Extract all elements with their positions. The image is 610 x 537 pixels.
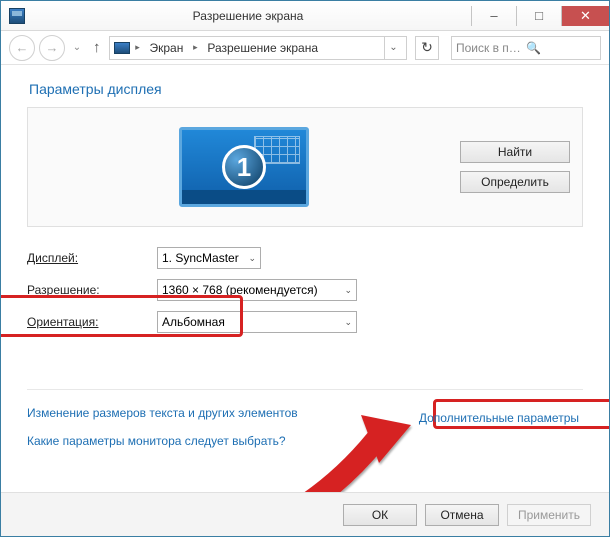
breadcrumb-chevron-icon: ▸ bbox=[132, 42, 144, 53]
maximize-button[interactable]: □ bbox=[516, 6, 561, 26]
apply-button: Применить bbox=[507, 504, 591, 526]
refresh-button[interactable]: ↻ bbox=[415, 36, 439, 60]
search-input[interactable]: Поиск в панели у... 🔍 bbox=[451, 36, 601, 60]
resolution-label: Разрешение: bbox=[27, 283, 157, 297]
breadcrumb-root[interactable]: Экран bbox=[146, 41, 188, 55]
chevron-down-icon: ⌄ bbox=[73, 42, 81, 53]
preview-side-buttons: Найти Определить bbox=[460, 141, 570, 193]
search-icon: 🔍 bbox=[526, 41, 596, 55]
display-label: Дисплей: bbox=[27, 251, 157, 265]
ok-button[interactable]: ОК bbox=[343, 504, 417, 526]
monitor-icon bbox=[114, 42, 130, 54]
titlebar: Разрешение экрана – □ ✕ bbox=[1, 1, 609, 31]
monitor-number-badge: 1 bbox=[222, 145, 266, 189]
window: Разрешение экрана – □ ✕ ← → ⌄ ↑ ▸ Экран … bbox=[0, 0, 610, 537]
identify-button[interactable]: Определить bbox=[460, 171, 570, 193]
orientation-label: Ориентация: bbox=[27, 315, 157, 329]
orientation-select[interactable]: Альбомная⌄ bbox=[157, 311, 357, 333]
app-icon bbox=[9, 8, 25, 24]
back-button[interactable]: ← bbox=[9, 35, 35, 61]
chevron-down-icon: ⌄ bbox=[338, 285, 352, 296]
up-button[interactable]: ↑ bbox=[89, 39, 105, 56]
refresh-icon: ↻ bbox=[421, 39, 433, 56]
recent-locations-button[interactable]: ⌄ bbox=[69, 42, 85, 53]
breadcrumb-chevron-icon: ▸ bbox=[189, 42, 201, 53]
arrow-left-icon: ← bbox=[16, 40, 29, 55]
text-size-link[interactable]: Изменение размеров текста и других элеме… bbox=[27, 406, 298, 420]
arrow-right-icon: → bbox=[46, 40, 59, 55]
resolution-select[interactable]: 1360 × 768 (рекомендуется)⌄ bbox=[157, 279, 357, 301]
chevron-down-icon: ⌄ bbox=[242, 253, 256, 264]
display-preview-box: 1 Найти Определить bbox=[27, 107, 583, 227]
breadcrumb-leaf[interactable]: Разрешение экрана bbox=[203, 41, 322, 55]
which-monitor-link[interactable]: Какие параметры монитора следует выбрать… bbox=[27, 434, 286, 448]
separator bbox=[27, 389, 583, 390]
chevron-down-icon: ⌄ bbox=[338, 317, 352, 328]
display-select[interactable]: 1. SyncMaster⌄ bbox=[157, 247, 261, 269]
arrow-up-icon: ↑ bbox=[93, 39, 101, 56]
window-title: Разрешение экрана bbox=[25, 9, 471, 23]
page-heading: Параметры дисплея bbox=[29, 81, 583, 97]
address-dropdown-button[interactable]: ⌄ bbox=[384, 37, 402, 59]
address-bar[interactable]: ▸ Экран ▸ Разрешение экрана ⌄ bbox=[109, 36, 408, 60]
navigation-bar: ← → ⌄ ↑ ▸ Экран ▸ Разрешение экрана ⌄ ↻ … bbox=[1, 31, 609, 65]
window-controls: – □ ✕ bbox=[471, 6, 609, 26]
forward-button[interactable]: → bbox=[39, 35, 65, 61]
content-area: Параметры дисплея 1 Найти Определить bbox=[1, 65, 609, 492]
close-button[interactable]: ✕ bbox=[561, 6, 609, 26]
dialog-footer: ОК Отмена Применить bbox=[1, 492, 609, 536]
monitor-thumbnail[interactable]: 1 bbox=[179, 127, 309, 207]
cancel-button[interactable]: Отмена bbox=[425, 504, 499, 526]
advanced-settings-link[interactable]: Дополнительные параметры bbox=[419, 411, 579, 425]
monitor-dots-icon bbox=[275, 196, 298, 201]
search-placeholder: Поиск в панели у... bbox=[456, 41, 526, 55]
find-button[interactable]: Найти bbox=[460, 141, 570, 163]
minimize-button[interactable]: – bbox=[471, 6, 516, 26]
